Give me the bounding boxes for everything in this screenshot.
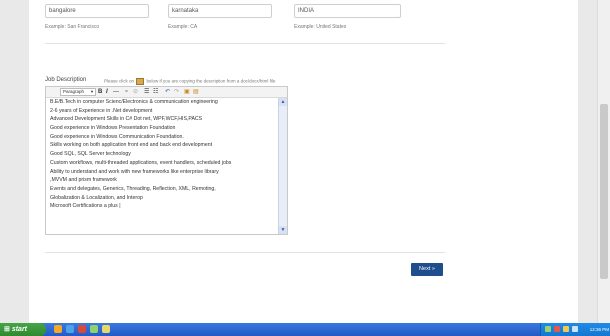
app-icon[interactable] — [90, 325, 98, 333]
country-field[interactable]: INDIA — [294, 4, 401, 18]
clock: 12:36 PM — [589, 327, 609, 332]
start-label: start — [11, 326, 28, 333]
section-divider — [45, 43, 445, 44]
editor-line: B.E/B.Tech in computer Scienc/Electronic… — [50, 99, 218, 105]
state-field[interactable]: karnataka — [168, 4, 272, 18]
undo-icon[interactable]: ↶ — [165, 88, 170, 96]
next-button[interactable]: Next » — [411, 263, 443, 276]
network-icon[interactable] — [545, 326, 551, 332]
paste-instruction: Please click on below if you are copying… — [104, 78, 275, 85]
scroll-down-icon[interactable]: ▼ — [279, 226, 287, 234]
notification-icon[interactable] — [563, 326, 569, 332]
firefox-icon[interactable] — [54, 325, 62, 333]
state-hint: Example: CA — [168, 24, 198, 30]
job-description-editor[interactable]: Paragraph ▼ B I — ⚭ ⊘ ☰ ☷ ↶ ↷ ▣ ▤ B.E/B.… — [45, 86, 288, 235]
actions-divider — [45, 252, 445, 253]
country-hint: Example: United States — [294, 24, 347, 30]
folder-icon[interactable] — [102, 325, 110, 333]
bold-icon[interactable]: B — [98, 88, 102, 96]
editor-line: ,MVVM and prism framework — [50, 177, 117, 184]
page-scrollbar[interactable] — [597, 0, 610, 323]
format-select[interactable]: Paragraph ▼ — [60, 88, 96, 96]
editor-line: Good SQL, SQL Server technology — [50, 151, 131, 158]
job-description-label: Job Description — [45, 77, 87, 83]
horizontal-rule-icon[interactable]: — — [113, 88, 119, 96]
editor-line: Microsoft Certifications a plus | — [50, 203, 121, 210]
city-hint: Example: San Francisco — [45, 24, 100, 30]
numbered-list-icon[interactable]: ☷ — [153, 88, 158, 96]
link-icon[interactable]: ⚭ — [124, 88, 129, 96]
editor-toolbar: Paragraph ▼ B I — ⚭ ⊘ ☰ ☷ ↶ ↷ ▣ ▤ — [46, 87, 287, 98]
system-tray: 12:36 PM — [540, 323, 610, 336]
format-select-value: Paragraph — [63, 89, 85, 94]
editor-line: Events and delegates, Generics, Threadin… — [50, 185, 216, 192]
paste-from-word-icon[interactable]: ▣ — [184, 88, 190, 96]
redo-icon[interactable]: ↷ — [174, 88, 179, 96]
editor-scrollbar[interactable]: ▲ ▼ — [278, 98, 287, 234]
volume-icon[interactable] — [572, 326, 578, 332]
scroll-up-icon[interactable]: ▲ — [279, 98, 287, 106]
editor-line: Globalization & Localization, and Intero… — [50, 194, 143, 201]
editor-line: Advanced Development Skills in C# Dot ne… — [50, 116, 203, 123]
editor-line: Good experience in Windows Communication… — [50, 133, 184, 140]
paste-note-suffix: below if you are copying the description… — [146, 78, 276, 84]
bullet-list-icon[interactable]: ☰ — [144, 88, 149, 96]
unlink-icon[interactable]: ⊘ — [133, 88, 138, 96]
editor-line: 2-6 years of Experience in .Net developm… — [50, 107, 153, 114]
editor-line: Custom workflows, multi-threaded applica… — [50, 159, 232, 166]
windows-logo-icon: ⊞ — [4, 326, 10, 333]
editor-line: Skills working on both application front… — [50, 142, 213, 149]
chevron-down-icon: ▼ — [90, 89, 94, 94]
ie-icon[interactable] — [66, 325, 74, 333]
windows-taskbar: ⊞ start 12:36 PM — [0, 323, 610, 336]
app-icon[interactable] — [78, 325, 86, 333]
paste-text-icon[interactable]: ▤ — [193, 88, 199, 96]
city-field[interactable]: bangalore — [45, 4, 149, 18]
paste-word-icon — [136, 78, 145, 85]
italic-icon[interactable]: I — [106, 88, 108, 96]
editor-line: Ability to understand and work with new … — [50, 168, 219, 175]
paste-note-prefix: Please click on — [104, 78, 135, 84]
page-scrollbar-thumb[interactable] — [600, 104, 608, 279]
start-button[interactable]: ⊞ start — [0, 323, 46, 336]
editor-line: Good experience in Windows Presentation … — [50, 125, 176, 132]
security-icon[interactable] — [554, 326, 560, 332]
editor-content[interactable]: B.E/B.Tech in computer Scienc/Electronic… — [46, 98, 282, 234]
